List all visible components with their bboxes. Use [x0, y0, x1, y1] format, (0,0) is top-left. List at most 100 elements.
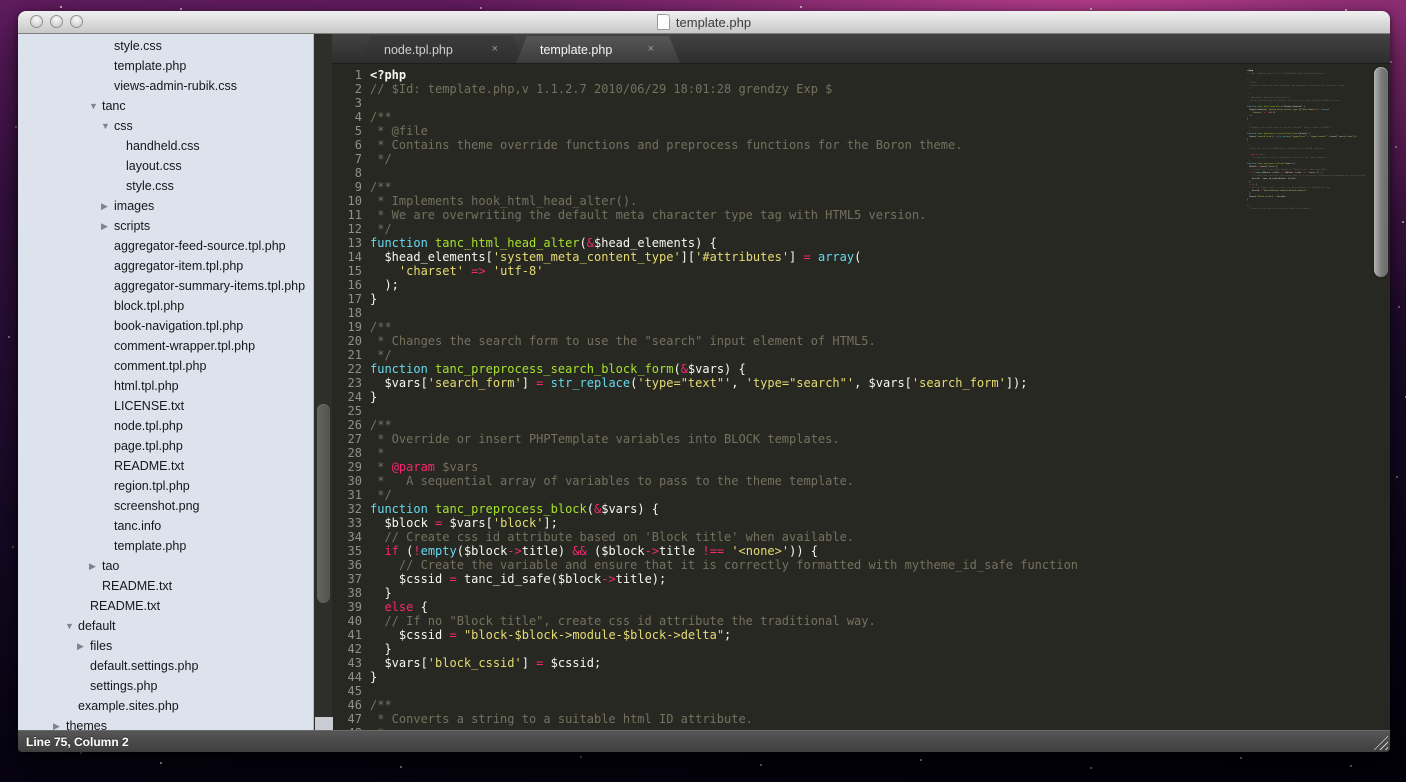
tab-close-icon[interactable]: ×	[492, 44, 498, 55]
tree-file-example.sites.php[interactable]: example.sites.php	[18, 696, 313, 716]
tree-item-label: layout.css	[126, 159, 182, 173]
titlebar-center: template.php	[657, 14, 751, 30]
tree-file-README.txt[interactable]: README.txt	[18, 456, 313, 476]
disclosure-triangle-closed-icon[interactable]: ▶	[101, 221, 114, 232]
tree-file-aggregator-item.tpl.php[interactable]: aggregator-item.tpl.php	[18, 256, 313, 276]
tree-item-label: images	[114, 199, 154, 213]
editor-scrollbar[interactable]	[1373, 64, 1390, 730]
code-line-content: function tanc_html_head_alter(&$head_ele…	[362, 236, 717, 250]
code-line-content: /**	[362, 418, 392, 432]
tree-folder-css[interactable]: ▼css	[18, 116, 313, 136]
sidebar-scrollbar[interactable]	[313, 34, 332, 730]
tree-item-label: book-navigation.tpl.php	[114, 319, 243, 333]
tree-file-book-navigation.tpl.php[interactable]: book-navigation.tpl.php	[18, 316, 313, 336]
disclosure-triangle-closed-icon[interactable]: ▶	[77, 641, 90, 652]
tree-file-settings.php[interactable]: settings.php	[18, 676, 313, 696]
code-line-content: // Create the variable and ensure that i…	[362, 558, 1078, 572]
tree-file-template.php[interactable]: template.php	[18, 536, 313, 556]
tab-close-icon[interactable]: ×	[648, 44, 654, 55]
code-line-39: 39 else {	[332, 600, 1245, 614]
code-line-content: <?php	[362, 68, 406, 82]
tree-file-layout.css[interactable]: layout.css	[18, 156, 313, 176]
window-titlebar[interactable]: template.php	[18, 11, 1390, 34]
tree-folder-scripts[interactable]: ▶scripts	[18, 216, 313, 236]
code-line-content: * Changes the search form to use the "se…	[362, 334, 876, 348]
tree-file-views-admin-rubik.css[interactable]: views-admin-rubik.css	[18, 76, 313, 96]
resize-grip[interactable]	[1373, 735, 1388, 750]
code-area[interactable]: 1<?php2// $Id: template.php,v 1.1.2.7 20…	[332, 64, 1245, 730]
tree-item-label: default.settings.php	[90, 659, 198, 673]
tree-file-default.settings.php[interactable]: default.settings.php	[18, 656, 313, 676]
tree-file-style.css[interactable]: style.css	[18, 176, 313, 196]
tree-item-label: screenshot.png	[114, 499, 199, 513]
tree-file-region.tpl.php[interactable]: region.tpl.php	[18, 476, 313, 496]
code-line-29: 29 * @param $vars	[332, 460, 1245, 474]
tree-file-aggregator-feed-source.tpl.php[interactable]: aggregator-feed-source.tpl.php	[18, 236, 313, 256]
code-line-13: 13function tanc_html_head_alter(&$head_e…	[332, 236, 1245, 250]
tree-file-html.tpl.php[interactable]: html.tpl.php	[18, 376, 313, 396]
code-line-content	[362, 404, 370, 418]
sidebar-scrollbar-thumb[interactable]	[317, 404, 330, 603]
disclosure-triangle-closed-icon[interactable]: ▶	[53, 721, 66, 731]
tree-file-node.tpl.php[interactable]: node.tpl.php	[18, 416, 313, 436]
tree-folder-default[interactable]: ▼default	[18, 616, 313, 636]
tree-file-template.php[interactable]: template.php	[18, 56, 313, 76]
code-line-3: 3	[332, 96, 1245, 110]
tree-item-label: node.tpl.php	[114, 419, 183, 433]
minimize-button[interactable]	[50, 15, 63, 28]
tree-file-page.tpl.php[interactable]: page.tpl.php	[18, 436, 313, 456]
tree-item-label: style.css	[114, 39, 162, 53]
line-number: 38	[332, 586, 362, 600]
code-line-content: * Implements hook_html_head_alter().	[362, 194, 637, 208]
code-line-content: * @file	[362, 124, 428, 138]
line-number: 39	[332, 600, 362, 614]
editor-scrollbar-thumb[interactable]	[1374, 67, 1388, 277]
tree-file-block.tpl.php[interactable]: block.tpl.php	[18, 296, 313, 316]
line-number: 8	[332, 166, 362, 180]
tree-folder-tao[interactable]: ▶tao	[18, 556, 313, 576]
disclosure-triangle-closed-icon[interactable]: ▶	[89, 561, 102, 572]
tree-file-README.txt[interactable]: README.txt	[18, 596, 313, 616]
code-line-content: $cssid = tanc_id_safe($block->title);	[362, 572, 666, 586]
code-line-40: 40 // If no "Block title", create css id…	[332, 614, 1245, 628]
tree-file-LICENSE.txt[interactable]: LICENSE.txt	[18, 396, 313, 416]
code-line-content: * Override or insert PHPTemplate variabl…	[1245, 148, 1325, 151]
code-line-content: * We are overwriting the default meta ch…	[362, 208, 926, 222]
minimap[interactable]: <?php// $Id: template.php,v 1.1.2.7 2010…	[1245, 64, 1373, 730]
code-line-25: 25	[332, 404, 1245, 418]
code-line-content: * Changes the search form to use the "se…	[1245, 127, 1331, 130]
tree-file-style.css[interactable]: style.css	[18, 36, 313, 56]
zoom-button[interactable]	[70, 15, 83, 28]
disclosure-triangle-open-icon[interactable]: ▼	[65, 621, 78, 631]
close-button[interactable]	[30, 15, 43, 28]
code-line-content: *	[1245, 211, 1249, 214]
code-line-content: function tanc_preprocess_block(&$vars) {	[362, 502, 659, 516]
disclosure-triangle-closed-icon[interactable]: ▶	[101, 201, 114, 212]
line-number: 10	[332, 194, 362, 208]
tree-item-label: themes	[66, 719, 107, 730]
code-line-32: 32function tanc_preprocess_block(&$vars)…	[332, 502, 1245, 516]
tree-file-screenshot.png[interactable]: screenshot.png	[18, 496, 313, 516]
code-line-content: }	[362, 642, 392, 656]
tree-file-aggregator-summary-items.tpl.php[interactable]: aggregator-summary-items.tpl.php	[18, 276, 313, 296]
tree-file-README.txt[interactable]: README.txt	[18, 576, 313, 596]
code-line-content	[362, 684, 370, 698]
code-line-37: 37 $cssid = tanc_id_safe($block->title);	[332, 572, 1245, 586]
line-number: 27	[332, 432, 362, 446]
tab-node.tpl.php[interactable]: node.tpl.php×	[360, 36, 524, 63]
disclosure-triangle-open-icon[interactable]: ▼	[89, 101, 102, 111]
tree-file-tanc.info[interactable]: tanc.info	[18, 516, 313, 536]
tree-file-comment-wrapper.tpl.php[interactable]: comment-wrapper.tpl.php	[18, 336, 313, 356]
tree-folder-images[interactable]: ▶images	[18, 196, 313, 216]
code-line-content: *	[362, 446, 384, 460]
tree-folder-themes[interactable]: ▶themes	[18, 716, 313, 730]
disclosure-triangle-open-icon[interactable]: ▼	[101, 121, 114, 131]
tree-folder-files[interactable]: ▶files	[18, 636, 313, 656]
code-line-16: 16 );	[332, 278, 1245, 292]
tree-file-handheld.css[interactable]: handheld.css	[18, 136, 313, 156]
line-number: 1	[332, 68, 362, 82]
tree-folder-tanc[interactable]: ▼tanc	[18, 96, 313, 116]
code-line-12: 12 */	[332, 222, 1245, 236]
tree-file-comment.tpl.php[interactable]: comment.tpl.php	[18, 356, 313, 376]
tab-template.php[interactable]: template.php×	[516, 36, 680, 63]
